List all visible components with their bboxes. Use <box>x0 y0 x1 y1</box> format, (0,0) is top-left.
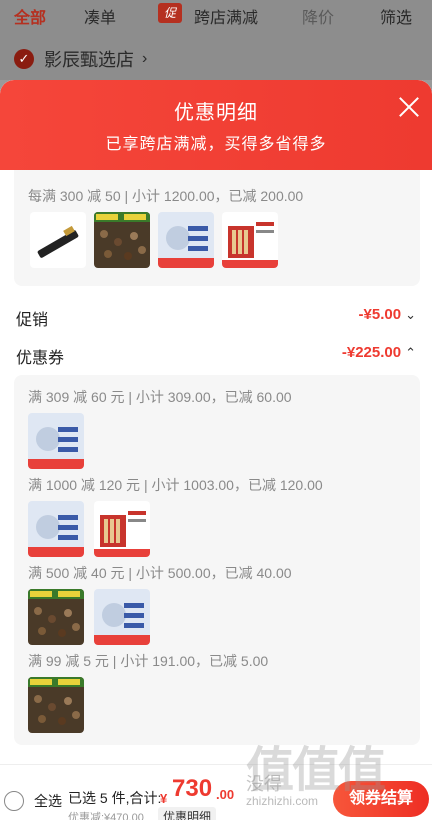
product-thumb[interactable] <box>28 413 84 469</box>
product-thumb[interactable] <box>28 589 84 645</box>
sheet-title: 优惠明细 <box>174 102 258 124</box>
checkout-bar: 全选 已选 5 件,合计: ¥ 730 .00 优惠减:¥470.00 优惠明细… <box>0 764 432 820</box>
sheet-subtitle: 已享跨店满减，买得多省得多 <box>105 136 327 153</box>
coupon-value: -¥225.00 ⌃ <box>342 344 416 361</box>
coupon-group-label: 满 309 减 60 元 | 小计 309.00，已减 60.00 <box>28 389 292 405</box>
promo-row[interactable]: 促销 -¥5.00 ⌄ <box>16 306 416 330</box>
close-icon[interactable] <box>396 94 422 120</box>
coupon-group-label: 满 1000 减 120 元 | 小计 1003.00，已减 120.00 <box>28 477 323 493</box>
tab-all[interactable]: 全部 <box>14 4 46 28</box>
promo-badge-icon: 促 <box>158 3 182 23</box>
selected-summary: 已选 5 件,合计: <box>68 790 162 806</box>
chevron-right-icon: › <box>142 50 148 67</box>
check-icon: ✓ <box>14 49 34 69</box>
product-thumb[interactable] <box>158 212 214 268</box>
promo-amount: -¥5.00 <box>358 306 402 323</box>
coupon-group-label: 满 99 减 5 元 | 小计 191.00，已减 5.00 <box>28 653 269 669</box>
store-row[interactable]: ✓ 影辰甄选店 › <box>14 46 147 72</box>
discount-amount: 优惠减:¥470.00 <box>68 812 144 820</box>
chevron-down-icon: ⌄ <box>405 307 416 322</box>
total-decimal: .00 <box>216 787 235 802</box>
product-thumb[interactable] <box>222 212 278 268</box>
chevron-up-icon: ⌃ <box>405 345 416 360</box>
total-amount: 730 <box>172 775 213 802</box>
cross-store-label: 每满 300 减 50 | 小计 1200.00，已减 200.00 <box>28 188 304 204</box>
sheet-header: 优惠明细 已享跨店满减，买得多省得多 <box>0 80 432 170</box>
coupon-label: 优惠券 <box>16 350 65 367</box>
tab-cross-store[interactable]: 跨店满减 <box>194 4 258 28</box>
discount-detail-button[interactable]: 优惠明细 <box>158 807 217 820</box>
coupon-amount: -¥225.00 <box>341 344 402 361</box>
coupon-groups-card: 满 309 减 60 元 | 小计 309.00，已减 60.00 满 1000… <box>14 375 420 745</box>
background-app: 全部 凑单 促 跨店满减 降价 筛选 ✓ 影辰甄选店 › <box>0 0 432 80</box>
product-thumb[interactable] <box>28 501 84 557</box>
product-thumb[interactable] <box>30 212 86 268</box>
promo-label: 促销 <box>16 312 49 329</box>
select-all-radio[interactable] <box>4 791 24 811</box>
tab-filter[interactable]: 筛选 <box>380 4 412 28</box>
coupon-row[interactable]: 优惠券 -¥225.00 ⌃ <box>16 344 416 368</box>
product-thumb[interactable] <box>28 677 84 733</box>
checkout-button[interactable]: 领券结算 <box>333 781 429 817</box>
tab-price-drop[interactable]: 降价 <box>302 4 334 28</box>
discount-detail-sheet: 优惠明细 已享跨店满减，买得多省得多 每满 300 减 50 | 小计 1200… <box>0 80 432 820</box>
product-thumb[interactable] <box>94 589 150 645</box>
cross-store-card: 每满 300 减 50 | 小计 1200.00，已减 200.00 <box>14 170 420 286</box>
product-thumb[interactable] <box>94 212 150 268</box>
filter-tabs: 全部 凑单 促 跨店满减 降价 筛选 <box>0 0 432 28</box>
select-all-label[interactable]: 全选 <box>34 791 62 811</box>
product-thumb[interactable] <box>94 501 150 557</box>
coupon-group-label: 满 500 减 40 元 | 小计 500.00，已减 40.00 <box>28 565 292 581</box>
promo-value: -¥5.00 ⌄ <box>359 306 416 323</box>
currency-symbol: ¥ <box>160 791 168 806</box>
tab-coudan[interactable]: 凑单 <box>84 4 116 28</box>
store-name: 影辰甄选店 <box>44 50 134 70</box>
